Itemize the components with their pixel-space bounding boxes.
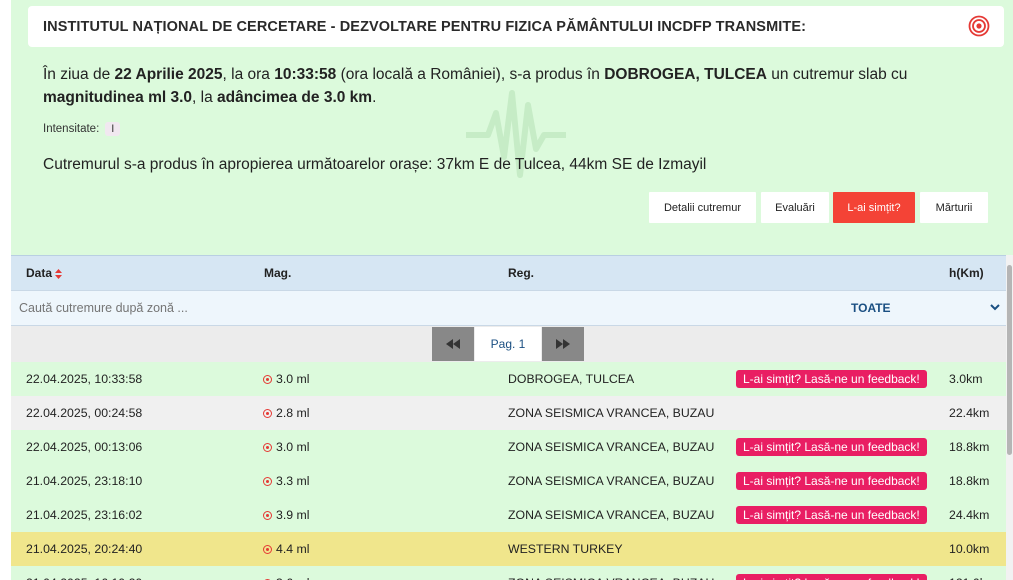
- row-magnitude: 4.4 ml: [263, 542, 310, 556]
- chevron-down-icon: [990, 304, 1000, 311]
- feedback-button[interactable]: L-ai simțit? Lasă-ne un feedback!: [736, 370, 927, 388]
- page-indicator: Pag. 1: [475, 327, 541, 361]
- row-region: ZONA SEISMICA VRANCEA, BUZAU: [508, 440, 715, 454]
- details-button[interactable]: Detalii cutremur: [649, 192, 756, 223]
- summary-region: DOBROGEA, TULCEA: [604, 66, 767, 83]
- nearby-cities: Cutremurul s-a produs în apropierea urmă…: [43, 156, 707, 173]
- row-magnitude-value: 3.0 ml: [276, 440, 310, 454]
- title-bar: INSTITUTUL NAȚIONAL DE CERCETARE - DEZVO…: [28, 6, 1004, 47]
- row-depth: 10.0km: [949, 542, 990, 556]
- feedback-button[interactable]: L-ai simțit? Lasă-ne un feedback!: [736, 506, 927, 524]
- double-right-arrow-icon: [556, 339, 570, 349]
- row-magnitude-value: 3.9 ml: [276, 508, 310, 522]
- sort-icon[interactable]: [55, 268, 63, 279]
- row-depth: 18.8km: [949, 474, 990, 488]
- column-region: Reg.: [508, 266, 535, 280]
- feedback-button[interactable]: L-ai simțit? Lasă-ne un feedback!: [736, 472, 927, 490]
- row-magnitude-value: 3.6 ml: [276, 576, 310, 580]
- search-filter-row: TOATE: [11, 290, 1006, 326]
- feedback-button[interactable]: L-ai simțit? Lasă-ne un feedback!: [736, 438, 927, 456]
- earthquake-info-panel: INSTITUTUL NAȚIONAL DE CERCETARE - DEZVO…: [11, 0, 1013, 255]
- intensity-row: Intensitate: I: [43, 122, 121, 136]
- row-magnitude-value: 2.8 ml: [276, 406, 310, 420]
- row-depth: 18.8km: [949, 440, 990, 454]
- row-depth: 3.0km: [949, 372, 983, 386]
- table-row[interactable]: 21.04.2025, 16:10:20 3.6 ml ZONA SEISMICA …: [11, 566, 1006, 580]
- summary-time: 10:33:58: [274, 66, 337, 83]
- magnitude-target-icon: [263, 375, 272, 384]
- row-date: 21.04.2025, 16:10:20: [26, 576, 142, 580]
- table-row[interactable]: 22.04.2025, 00:24:58 2.8 ml ZONA SEISMICA …: [11, 396, 1006, 430]
- row-depth: 24.4km: [949, 508, 990, 522]
- target-icon: [968, 15, 990, 37]
- row-region: ZONA SEISMICA VRANCEA, BUZAU: [508, 474, 715, 488]
- row-date: 22.04.2025, 10:33:58: [26, 372, 143, 386]
- row-date: 22.04.2025, 00:24:58: [26, 406, 143, 420]
- column-depth: h(Km): [949, 266, 984, 280]
- page-title: INSTITUTUL NAȚIONAL DE CERCETARE - DEZVO…: [43, 19, 807, 35]
- column-date[interactable]: Data: [26, 266, 63, 280]
- scrollbar-thumb[interactable]: [1007, 265, 1012, 455]
- testimonials-button[interactable]: Mărturii: [920, 192, 988, 223]
- row-depth: 22.4km: [949, 406, 990, 420]
- row-magnitude: 2.8 ml: [263, 406, 310, 420]
- filter-value: TOATE: [851, 301, 891, 315]
- magnitude-target-icon: [263, 477, 272, 486]
- row-magnitude: 3.0 ml: [263, 440, 310, 454]
- table-row[interactable]: 21.04.2025, 23:16:02 3.9 ml ZONA SEISMICA …: [11, 498, 1006, 532]
- feedback-button[interactable]: L-ai simțit? Lasă-ne un feedback!: [736, 574, 927, 580]
- double-left-arrow-icon: [446, 339, 460, 349]
- summary-date: 22 Aprilie 2025: [114, 66, 223, 83]
- row-region: ZONA SEISMICA VRANCEA, BUZAU: [508, 508, 715, 522]
- row-region: WESTERN TURKEY: [508, 542, 623, 556]
- table-row[interactable]: 21.04.2025, 20:24:40 4.4 ml WESTERN TURKEY…: [11, 532, 1006, 566]
- region-filter-select[interactable]: TOATE: [811, 291, 1006, 325]
- row-magnitude: 3.3 ml: [263, 474, 310, 488]
- table-header: Data Mag. Reg. h(Km): [11, 255, 1006, 290]
- felt-button[interactable]: L-ai simțit?: [833, 192, 915, 223]
- row-magnitude-value: 3.3 ml: [276, 474, 310, 488]
- table-row[interactable]: 22.04.2025, 00:13:06 3.0 ml ZONA SEISMICA …: [11, 430, 1006, 464]
- row-magnitude: 3.9 ml: [263, 508, 310, 522]
- row-region: ZONA SEISMICA VRANCEA, BUZAU: [508, 576, 714, 580]
- intensity-label: Intensitate:: [43, 123, 100, 135]
- row-magnitude: 3.6 ml: [263, 576, 310, 580]
- pagination-bar: Pag. 1: [11, 326, 1006, 362]
- search-input[interactable]: [11, 291, 811, 325]
- ratings-button[interactable]: Evaluări: [761, 192, 829, 223]
- intensity-badge: I: [105, 122, 121, 136]
- magnitude-target-icon: [263, 511, 272, 520]
- next-page-button[interactable]: [542, 327, 584, 361]
- magnitude-target-icon: [263, 545, 272, 554]
- row-date: 21.04.2025, 23:16:02: [26, 508, 143, 522]
- scrollbar[interactable]: [1006, 255, 1013, 580]
- row-depth: 121.0km: [949, 576, 996, 580]
- row-magnitude-value: 4.4 ml: [276, 542, 310, 556]
- column-magnitude: Mag.: [264, 266, 292, 280]
- row-magnitude: 3.0 ml: [263, 372, 310, 386]
- magnitude-target-icon: [263, 443, 272, 452]
- summary-depth: adâncimea de 3.0 km: [217, 89, 373, 106]
- row-region: DOBROGEA, TULCEA: [508, 372, 635, 386]
- magnitude-target-icon: [263, 409, 272, 418]
- row-date: 22.04.2025, 00:13:06: [26, 440, 143, 454]
- previous-page-button[interactable]: [432, 327, 474, 361]
- row-date: 21.04.2025, 20:24:40: [26, 542, 143, 556]
- table-row[interactable]: 21.04.2025, 23:18:10 3.3 ml ZONA SEISMICA …: [11, 464, 1006, 498]
- row-region: ZONA SEISMICA VRANCEA, BUZAU: [508, 406, 715, 420]
- row-magnitude-value: 3.0 ml: [276, 372, 310, 386]
- row-date: 21.04.2025, 23:18:10: [26, 474, 143, 488]
- table-row[interactable]: 22.04.2025, 10:33:58 3.0 ml DOBROGEA, TULC…: [11, 362, 1006, 396]
- summary-magnitude: magnitudinea ml 3.0: [43, 89, 193, 106]
- earthquake-summary: În ziua de 22 Aprilie 2025, la ora 10:33…: [43, 66, 908, 106]
